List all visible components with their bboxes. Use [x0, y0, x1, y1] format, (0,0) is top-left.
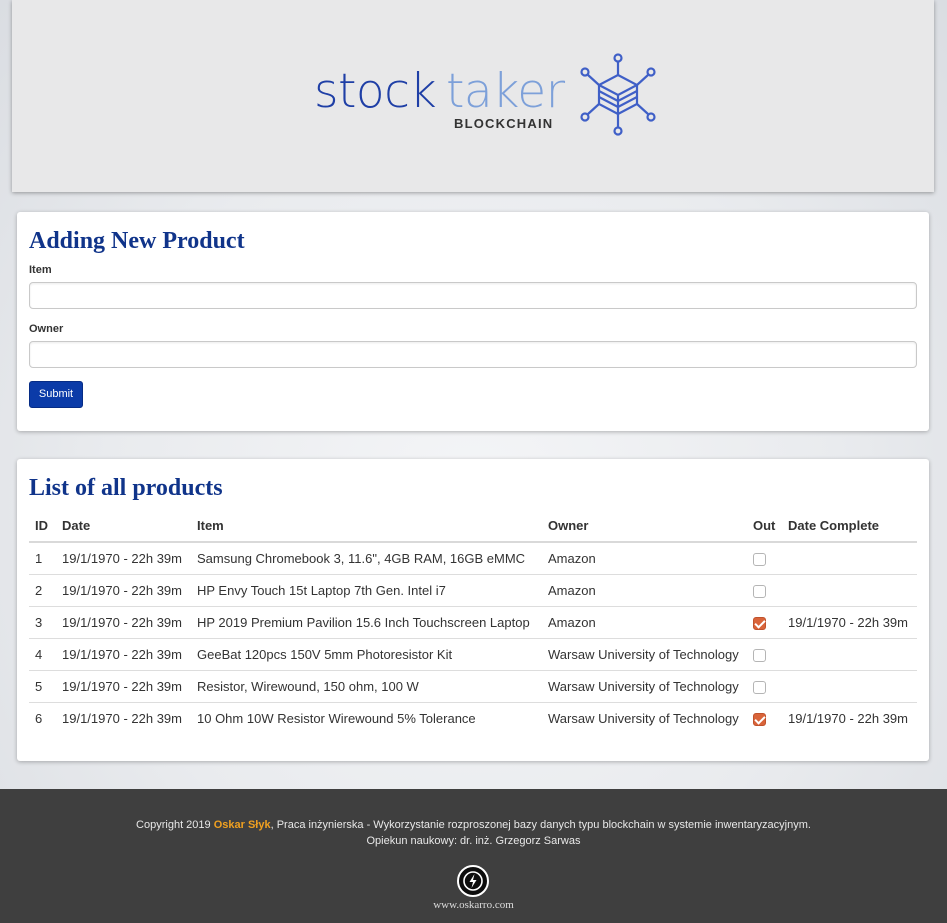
cell-owner: Amazon	[542, 605, 747, 638]
cell-date: 19/1/1970 - 22h 39m	[56, 605, 191, 638]
owner-label: Owner	[29, 323, 64, 335]
item-label: Item	[29, 264, 52, 276]
cell-out	[747, 573, 782, 606]
table-row: 2 19/1/1970 - 22h 39m HP Envy Touch 15t …	[29, 573, 917, 606]
table-row: 1 19/1/1970 - 22h 39m Samsung Chromebook…	[29, 542, 917, 574]
cell-item: GeeBat 120pcs 150V 5mm Photoresistor Kit	[191, 637, 542, 670]
form-title: Adding New Product	[29, 228, 245, 254]
cell-id: 3	[29, 605, 56, 638]
cell-owner: Warsaw University of Technology	[542, 637, 747, 670]
copyright-prefix: Copyright 2019	[136, 819, 214, 831]
cell-item: Samsung Chromebook 3, 11.6", 4GB RAM, 16…	[197, 550, 526, 566]
cell-date: 19/1/1970 - 22h 39m	[56, 669, 191, 702]
cell-date: 19/1/1970 - 22h 39m	[62, 550, 182, 566]
cell-owner: Amazon	[542, 573, 747, 606]
cell-out	[747, 669, 782, 702]
cell-item: Resistor, Wirewound, 150 ohm, 100 W	[191, 669, 542, 702]
products-table: ID Date Item Owner Out Date Complete 1 1…	[29, 509, 917, 734]
copyright-suffix: , Praca inżynierska - Wykorzystanie rozp…	[270, 819, 811, 831]
stocktaker-logo: stock taker BLOCKCHAIN	[314, 52, 684, 138]
footer-supervisor: Opiekun naukowy: dr. inż. Grzegorz Sarwa…	[366, 835, 581, 847]
table-row: 5 19/1/1970 - 22h 39m Resistor, Wirewoun…	[29, 669, 917, 702]
cell-out	[747, 605, 782, 638]
cell-id: 1	[35, 550, 43, 566]
products-list-card: List of all products ID Date Item Owner …	[17, 459, 929, 761]
column-header-item: Item	[191, 509, 542, 543]
list-title: List of all products	[29, 475, 223, 501]
header-banner: stock taker BLOCKCHAIN	[12, 0, 934, 192]
table-row: 6 19/1/1970 - 22h 39m 10 Ohm 10W Resisto…	[29, 701, 917, 734]
cell-date-complete	[782, 542, 917, 574]
add-product-card: Adding New Product Item Owner Submit	[17, 212, 929, 431]
footer-copyright: Copyright 2019 Oskar Słyk, Praca inżynie…	[0, 819, 947, 831]
out-checkbox[interactable]	[753, 552, 766, 566]
column-header-date: Date	[56, 509, 191, 543]
cell-date: 19/1/1970 - 22h 39m	[56, 701, 191, 734]
table-row: 3 19/1/1970 - 22h 39m HP 2019 Premium Pa…	[29, 605, 917, 638]
column-header-out: Out	[747, 509, 782, 543]
cell-owner: Warsaw University of Technology	[542, 701, 747, 734]
cell-owner: Amazon	[548, 550, 596, 566]
item-input[interactable]	[29, 282, 917, 309]
cell-owner: Warsaw University of Technology	[542, 669, 747, 702]
lightning-bolt-icon[interactable]	[457, 865, 489, 897]
cell-date: 19/1/1970 - 22h 39m	[56, 637, 191, 670]
cell-date-complete: 19/1/1970 - 22h 39m	[782, 605, 917, 638]
submit-button[interactable]: Submit	[29, 381, 83, 408]
site-link[interactable]: www.oskarro.com	[0, 899, 947, 911]
cell-date-complete	[782, 637, 917, 670]
out-checkbox[interactable]	[753, 680, 766, 694]
author-link[interactable]: Oskar Słyk	[214, 819, 271, 831]
column-header-date-complete: Date Complete	[782, 509, 917, 543]
logo-subtitle: BLOCKCHAIN	[454, 116, 554, 131]
cell-date: 19/1/1970 - 22h 39m	[56, 573, 191, 606]
column-header-id: ID	[29, 509, 56, 543]
column-header-owner: Owner	[542, 509, 747, 543]
cell-id: 2	[29, 573, 56, 606]
cell-item: 10 Ohm 10W Resistor Wirewound 5% Toleran…	[191, 701, 542, 734]
cell-date-complete: 19/1/1970 - 22h 39m	[782, 701, 917, 734]
cell-date-complete	[782, 669, 917, 702]
cell-item: HP Envy Touch 15t Laptop 7th Gen. Intel …	[191, 573, 542, 606]
out-checkbox[interactable]	[753, 584, 766, 598]
out-checkbox[interactable]	[753, 648, 766, 662]
cell-out	[747, 637, 782, 670]
cell-id: 6	[29, 701, 56, 734]
cell-id: 5	[29, 669, 56, 702]
out-checkbox[interactable]	[753, 616, 766, 630]
cell-out	[747, 542, 782, 574]
logo-word-taker: taker	[446, 64, 565, 119]
table-header-row: ID Date Item Owner Out Date Complete	[29, 509, 917, 543]
cell-id: 4	[29, 637, 56, 670]
table-row: 4 19/1/1970 - 22h 39m GeeBat 120pcs 150V…	[29, 637, 917, 670]
cell-item: HP 2019 Premium Pavilion 15.6 Inch Touch…	[191, 605, 542, 638]
blockchain-cube-icon	[580, 53, 656, 136]
cell-date-complete	[782, 573, 917, 606]
logo-word-stock: stock	[314, 64, 437, 119]
owner-input[interactable]	[29, 341, 917, 368]
out-checkbox[interactable]	[753, 712, 766, 726]
cell-out	[747, 701, 782, 734]
footer: Copyright 2019 Oskar Słyk, Praca inżynie…	[0, 789, 947, 923]
